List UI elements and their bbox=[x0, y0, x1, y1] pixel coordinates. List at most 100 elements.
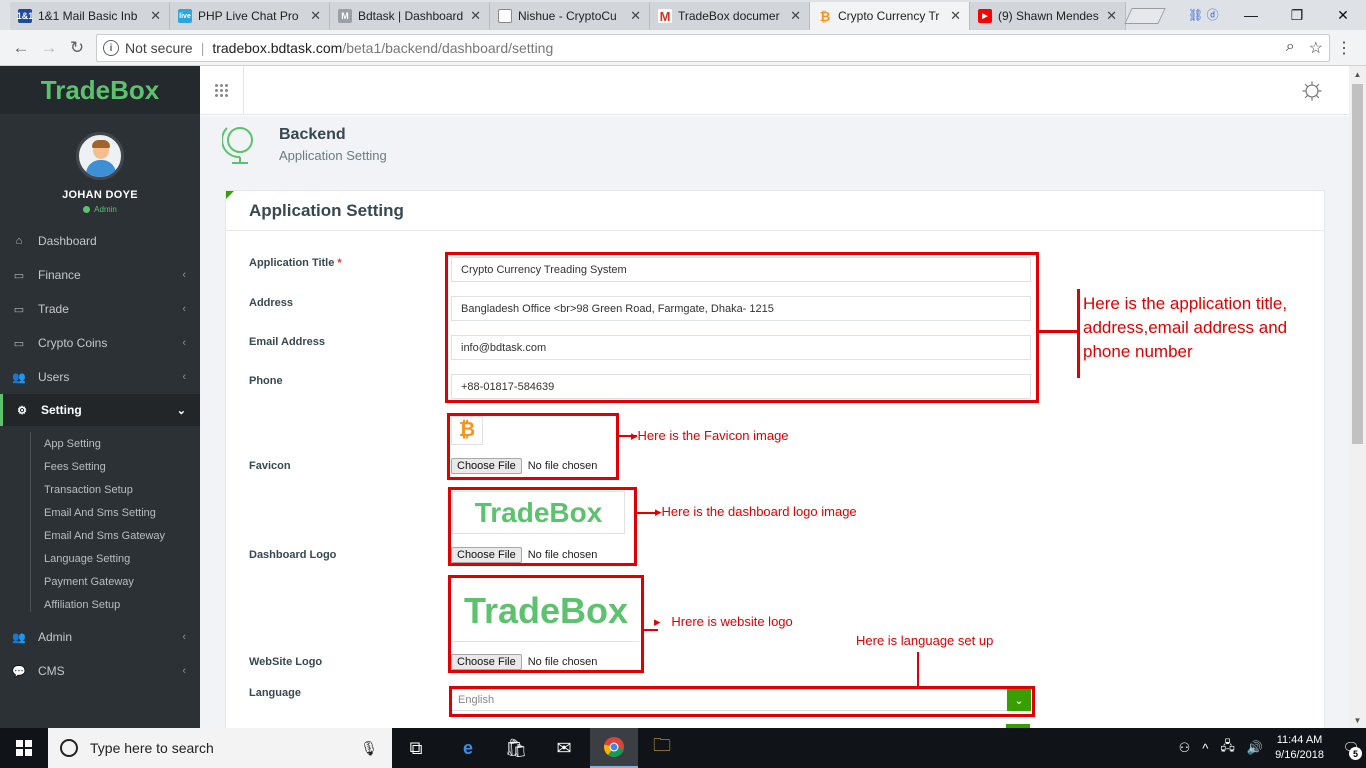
browser-tab-nishue[interactable]: Nishue - CryptoCu ✕ bbox=[490, 2, 650, 30]
forward-arrow-icon[interactable]: → bbox=[38, 37, 60, 59]
task-view-icon[interactable]: ⧉ bbox=[392, 728, 440, 768]
start-button[interactable] bbox=[0, 728, 48, 768]
annotation-info-text: Here is the application title, address,e… bbox=[1083, 294, 1288, 361]
close-icon[interactable]: ✕ bbox=[470, 8, 481, 24]
maximize-icon[interactable]: ❐ bbox=[1274, 0, 1320, 30]
gear-icon bbox=[1302, 81, 1322, 101]
back-arrow-icon[interactable]: ← bbox=[10, 37, 32, 59]
page-scrollbar[interactable]: ▲ ▼ bbox=[1349, 66, 1366, 728]
setting-submenu: App Setting Fees Setting Transaction Set… bbox=[0, 426, 200, 620]
annotation-box-dashboard-logo bbox=[448, 487, 637, 566]
tab-title: Nishue - CryptoCu bbox=[518, 9, 617, 23]
people-icon[interactable]: ⚇ bbox=[1179, 740, 1191, 756]
submenu-item-app-setting[interactable]: App Setting bbox=[0, 432, 200, 455]
action-center-button[interactable]: 🗨 5 bbox=[1336, 728, 1366, 768]
windows-logo-icon bbox=[16, 740, 32, 756]
clock[interactable]: 11:44 AM 9/16/2018 bbox=[1275, 733, 1324, 763]
microphone-icon[interactable]: 🎙 bbox=[360, 740, 378, 757]
store-icon[interactable]: 🛍 bbox=[492, 728, 540, 768]
home-icon: ⌂ bbox=[15, 235, 23, 247]
security-label: Not secure bbox=[125, 40, 193, 56]
omnibox[interactable]: i Not secure | tradebox.bdtask.com /beta… bbox=[96, 34, 1330, 62]
minimize-icon[interactable]: — bbox=[1228, 0, 1274, 30]
sidebar-item-users[interactable]: 👥 Users ‹ bbox=[0, 360, 200, 394]
submenu-item-transaction-setup[interactable]: Transaction Setup bbox=[0, 478, 200, 501]
page-favicon-icon bbox=[498, 9, 512, 23]
sidebar: TradeBox JOHAN DOYE Admin ⌂ Dashboard ▭ … bbox=[0, 66, 200, 728]
scroll-down-icon[interactable]: ▼ bbox=[1349, 712, 1366, 728]
sidebar-item-crypto-coins[interactable]: ▭ Crypto Coins ‹ bbox=[0, 326, 200, 360]
close-icon[interactable]: ✕ bbox=[150, 8, 161, 24]
zoom-search-icon[interactable]: ⌕ bbox=[1286, 38, 1295, 58]
close-window-icon[interactable]: ✕ bbox=[1320, 0, 1366, 30]
submenu-item-email-sms-setting[interactable]: Email And Sms Setting bbox=[0, 501, 200, 524]
user-role: Admin bbox=[94, 205, 117, 214]
file-explorer-icon[interactable]: 🗀 bbox=[638, 728, 686, 768]
avatar-hair bbox=[92, 140, 110, 148]
sidebar-item-label: Setting bbox=[41, 403, 82, 417]
bookmark-star-icon[interactable]: ☆ bbox=[1309, 38, 1323, 58]
annotation-box-language bbox=[449, 686, 1035, 717]
close-icon[interactable]: ✕ bbox=[950, 8, 961, 24]
system-tray: ⚇ ^ 🖧 🔊 11:44 AM 9/16/2018 🗨 5 bbox=[1173, 728, 1366, 768]
annotation-box-info bbox=[445, 252, 1039, 403]
browser-tab-livechat[interactable]: live PHP Live Chat Pro ✕ bbox=[170, 2, 330, 30]
chevron-left-icon: ‹ bbox=[182, 337, 186, 349]
chrome-icon[interactable] bbox=[590, 728, 638, 768]
search-placeholder: Type here to search bbox=[90, 740, 214, 756]
sidebar-item-finance[interactable]: ▭ Finance ‹ bbox=[0, 258, 200, 292]
browser-tab-gmail[interactable]: M TradeBox documer ✕ bbox=[650, 2, 810, 30]
annotation-box-favicon bbox=[447, 413, 619, 480]
panel-corner-accent bbox=[226, 191, 234, 199]
settings-gear-button[interactable] bbox=[1299, 78, 1325, 104]
tab-title: TradeBox documer bbox=[678, 9, 780, 23]
avatar-body bbox=[86, 160, 116, 177]
sidebar-item-setting[interactable]: ⚙ Setting ⌄ bbox=[0, 394, 200, 426]
submenu-item-language-setting[interactable]: Language Setting bbox=[0, 547, 200, 570]
annotation-connector bbox=[1039, 330, 1079, 333]
scroll-up-icon[interactable]: ▲ bbox=[1349, 66, 1366, 82]
close-icon[interactable]: ✕ bbox=[1106, 8, 1117, 24]
browser-menu-icon[interactable]: ⋮ bbox=[1336, 38, 1352, 58]
close-icon[interactable]: ✕ bbox=[790, 8, 801, 24]
close-icon[interactable]: ✕ bbox=[310, 8, 321, 24]
submenu-item-fees-setting[interactable]: Fees Setting bbox=[0, 455, 200, 478]
submenu-item-email-sms-gateway[interactable]: Email And Sms Gateway bbox=[0, 524, 200, 547]
annotation-connector bbox=[917, 652, 919, 686]
new-tab-button[interactable] bbox=[1124, 8, 1166, 24]
network-icon[interactable]: 🖧 bbox=[1220, 737, 1235, 759]
scroll-thumb[interactable] bbox=[1352, 84, 1363, 444]
tab-title: Crypto Currency Tr bbox=[838, 9, 940, 23]
label-language: Language bbox=[249, 687, 301, 699]
label-text: Application Title bbox=[249, 257, 335, 269]
close-icon[interactable]: ✕ bbox=[630, 8, 641, 24]
sidebar-item-label: Admin bbox=[38, 630, 73, 644]
bitcoin-favicon-icon: ₿ bbox=[819, 8, 831, 24]
avatar[interactable] bbox=[76, 132, 124, 180]
edge-browser-icon[interactable]: e bbox=[444, 728, 492, 768]
submenu-item-payment-gateway[interactable]: Payment Gateway bbox=[0, 570, 200, 593]
reload-icon[interactable]: ↻ bbox=[66, 37, 88, 59]
sidebar-item-trade[interactable]: ▭ Trade ‹ bbox=[0, 292, 200, 326]
label-dashboard-logo: Dashboard Logo bbox=[249, 549, 337, 561]
submenu-item-affiliation-setup[interactable]: Affiliation Setup bbox=[0, 593, 200, 616]
sidebar-item-admin[interactable]: 👥 Admin ‹ bbox=[0, 620, 200, 654]
volume-icon[interactable]: 🔊 bbox=[1247, 740, 1263, 756]
sidebar-item-dashboard[interactable]: ⌂ Dashboard bbox=[0, 224, 200, 258]
chevron-up-icon[interactable]: ^ bbox=[1202, 741, 1208, 756]
browser-tab-mail[interactable]: 1&1 1&1 Mail Basic Inb ✕ bbox=[10, 2, 170, 30]
sidebar-toggle-button[interactable] bbox=[200, 66, 244, 115]
brand-logo[interactable]: TradeBox bbox=[0, 66, 200, 114]
annotation-website-logo-label: Hrere is website logo bbox=[671, 614, 793, 629]
taskbar-search[interactable]: Type here to search 🎙 bbox=[48, 728, 392, 768]
browser-tab-crypto-active[interactable]: ₿ Crypto Currency Tr ✕ bbox=[810, 2, 970, 30]
info-icon[interactable]: i bbox=[103, 40, 119, 56]
browser-tab-youtube[interactable]: ▶ (9) Shawn Mendes ✕ bbox=[970, 2, 1126, 30]
mail-icon[interactable]: ✉ bbox=[540, 728, 588, 768]
sidebar-item-label: Finance bbox=[38, 268, 81, 282]
tab-title: 1&1 Mail Basic Inb bbox=[38, 9, 138, 23]
sidebar-item-cms[interactable]: 💬 CMS ‹ bbox=[0, 654, 200, 688]
browser-tab-bdtask[interactable]: M Bdtask | Dashboard ✕ bbox=[330, 2, 490, 30]
card-icon: ▭ bbox=[13, 269, 25, 282]
extension-icons[interactable]: ⛓ ⓓ bbox=[1188, 6, 1219, 23]
